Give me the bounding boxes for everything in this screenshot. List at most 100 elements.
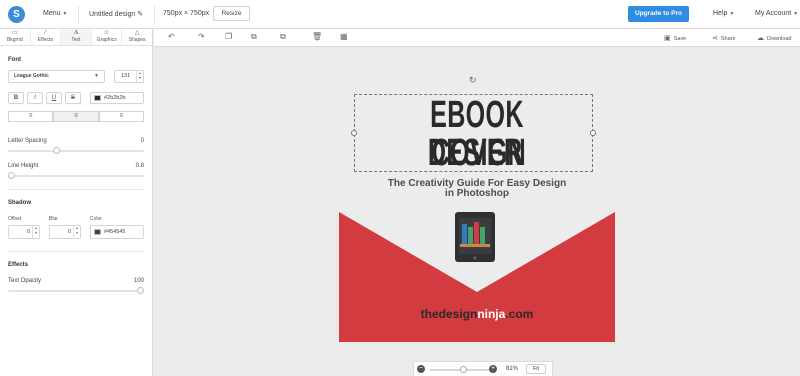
image-icon: ▭ bbox=[11, 30, 18, 36]
chevron-down-icon: ▼ bbox=[793, 11, 799, 17]
text-icon: A bbox=[73, 30, 79, 36]
cover-subtitle-line2[interactable]: in Photoshop bbox=[339, 188, 615, 199]
stepper-arrows-icon[interactable]: ▲ ▼ bbox=[73, 226, 80, 238]
strikethrough-button[interactable]: S bbox=[65, 92, 81, 104]
design-canvas[interactable]: ↻ EBOOK COVER DESIGN The Creativity Guid… bbox=[339, 66, 615, 342]
tab-graphics[interactable]: ☺ Graphics bbox=[92, 29, 123, 45]
resize-handle-left[interactable] bbox=[351, 130, 357, 136]
help-menu[interactable]: Help ▼ bbox=[713, 10, 734, 17]
share-button[interactable]: ⋖ Share bbox=[712, 34, 736, 42]
trash-icon[interactable]: 🗑 bbox=[312, 32, 322, 41]
divider bbox=[78, 6, 79, 24]
save-button[interactable]: ▣ Save bbox=[664, 34, 686, 42]
shadow-offset-label: Offset bbox=[8, 216, 22, 222]
shadow-section-label: Shadow bbox=[8, 200, 32, 206]
tab-label: Graphics bbox=[96, 37, 117, 43]
shapes-icon: △ bbox=[134, 30, 140, 36]
shadow-color-value: #454545 bbox=[104, 229, 126, 235]
tab-text[interactable]: A Text bbox=[61, 29, 92, 45]
bring-forward-icon[interactable]: ⧉ bbox=[280, 32, 286, 42]
font-family-value: League Gothic bbox=[14, 73, 49, 79]
share-label: Share bbox=[720, 36, 736, 42]
divider bbox=[8, 189, 144, 190]
align-right-icon[interactable]: ≡ bbox=[98, 111, 144, 122]
shadow-blur-value: 0 bbox=[68, 229, 72, 235]
fit-button[interactable]: Fit bbox=[526, 364, 546, 374]
tab-label: Bkgrnd bbox=[6, 37, 23, 43]
account-menu[interactable]: My Account ▼ bbox=[755, 10, 798, 17]
tab-shapes[interactable]: △ Shapes bbox=[122, 29, 152, 45]
zoom-in-icon[interactable]: + bbox=[489, 365, 497, 373]
stepper-arrows-icon[interactable]: ▲ ▼ bbox=[136, 71, 143, 82]
document-size: 750px × 750px bbox=[163, 10, 210, 17]
rotate-icon[interactable]: ↻ bbox=[469, 75, 477, 86]
font-size-input[interactable]: 131 ▲ ▼ bbox=[114, 70, 144, 83]
share-icon: ⋖ bbox=[712, 35, 718, 42]
canvas-toolbar: ↶ ↷ ❐ ⧉ ⧉ 🗑 ▦ ▣ Save ⋖ Share ☁ Download bbox=[154, 29, 800, 47]
shadow-blur-input[interactable]: 0 ▲ ▼ bbox=[49, 225, 81, 239]
text-opacity-slider[interactable] bbox=[8, 287, 144, 294]
save-icon: ▣ bbox=[664, 35, 671, 42]
account-label: My Account bbox=[755, 10, 792, 17]
save-label: Save bbox=[673, 36, 687, 42]
zoom-slider-handle[interactable] bbox=[460, 366, 467, 373]
font-size-value: 131 bbox=[121, 73, 131, 79]
shadow-offset-input[interactable]: 0 ▲ ▼ bbox=[8, 225, 40, 239]
font-family-select[interactable]: League Gothic ▼ bbox=[8, 70, 105, 83]
tab-label: Shapes bbox=[128, 37, 146, 43]
menu-button[interactable]: Menu ▼ bbox=[43, 10, 67, 17]
menu-label: Menu bbox=[43, 10, 61, 17]
document-title[interactable]: Untitled design ✎ bbox=[89, 10, 143, 18]
bold-button[interactable]: B bbox=[8, 92, 24, 104]
align-center-icon[interactable]: ≡ bbox=[53, 111, 99, 122]
divider bbox=[154, 6, 155, 24]
resize-button[interactable]: Resize bbox=[213, 6, 250, 21]
wand-icon: ⁄ bbox=[44, 30, 46, 36]
italic-button[interactable]: I bbox=[27, 92, 43, 104]
undo-icon[interactable]: ↶ bbox=[168, 32, 175, 41]
tab-bkgrnd[interactable]: ▭ Bkgrnd bbox=[0, 29, 31, 45]
shadow-color-picker[interactable]: #454545 bbox=[90, 225, 144, 239]
slider-handle[interactable] bbox=[8, 172, 15, 179]
cover-title-line2[interactable]: DESIGN bbox=[386, 134, 568, 172]
letter-spacing-value: 0 bbox=[140, 138, 144, 144]
zoom-out-icon[interactable]: − bbox=[417, 365, 425, 373]
app-logo[interactable]: S bbox=[8, 6, 25, 23]
stepper-arrows-icon[interactable]: ▲ ▼ bbox=[32, 226, 39, 238]
brand-text[interactable]: thedesignninja.com bbox=[339, 307, 615, 321]
slider-handle[interactable] bbox=[53, 147, 60, 154]
line-height-value: 0.8 bbox=[135, 163, 144, 169]
top-bar: S Menu ▼ Untitled design ✎ 750px × 750px … bbox=[0, 0, 800, 29]
tab-effects[interactable]: ⁄ Effects bbox=[31, 29, 62, 45]
align-left-icon[interactable]: ≡ bbox=[8, 111, 54, 122]
grid-icon[interactable]: ▦ bbox=[340, 32, 348, 41]
upgrade-button[interactable]: Upgrade to Pro bbox=[628, 6, 689, 22]
slider-handle[interactable] bbox=[137, 287, 144, 294]
chevron-down-icon: ▼ bbox=[94, 73, 99, 79]
line-height-label: Line Height bbox=[8, 163, 39, 169]
text-opacity-label: Text Opacity bbox=[8, 278, 42, 284]
chevron-down-icon: ▼ bbox=[729, 11, 735, 17]
redo-icon[interactable]: ↷ bbox=[198, 32, 205, 41]
color-swatch bbox=[94, 229, 101, 235]
shadow-offset-value: 0 bbox=[27, 229, 31, 235]
zoom-level: 81% bbox=[506, 366, 519, 372]
underline-button[interactable]: U bbox=[46, 92, 62, 104]
color-swatch bbox=[94, 95, 101, 101]
duplicate-icon[interactable]: ❐ bbox=[225, 32, 232, 41]
brand-part-1: thedesign bbox=[420, 307, 478, 321]
chevron-down-icon: ▼ bbox=[62, 11, 68, 17]
resize-handle-right[interactable] bbox=[590, 130, 596, 136]
font-color-picker[interactable]: #2b2b2b bbox=[90, 92, 144, 104]
letter-spacing-slider[interactable] bbox=[8, 147, 144, 154]
font-section-label: Font bbox=[8, 57, 21, 63]
text-opacity-value: 100 bbox=[133, 278, 144, 284]
zoom-slider[interactable] bbox=[430, 366, 492, 373]
effects-section-label: Effects bbox=[8, 262, 29, 268]
send-backward-icon[interactable]: ⧉ bbox=[251, 32, 257, 42]
shadow-color-label: Color bbox=[90, 216, 102, 222]
download-button[interactable]: ☁ Download bbox=[757, 34, 791, 42]
brand-part-2: ninja bbox=[477, 307, 506, 321]
download-label: Download bbox=[767, 36, 792, 42]
line-height-slider[interactable] bbox=[8, 172, 144, 179]
